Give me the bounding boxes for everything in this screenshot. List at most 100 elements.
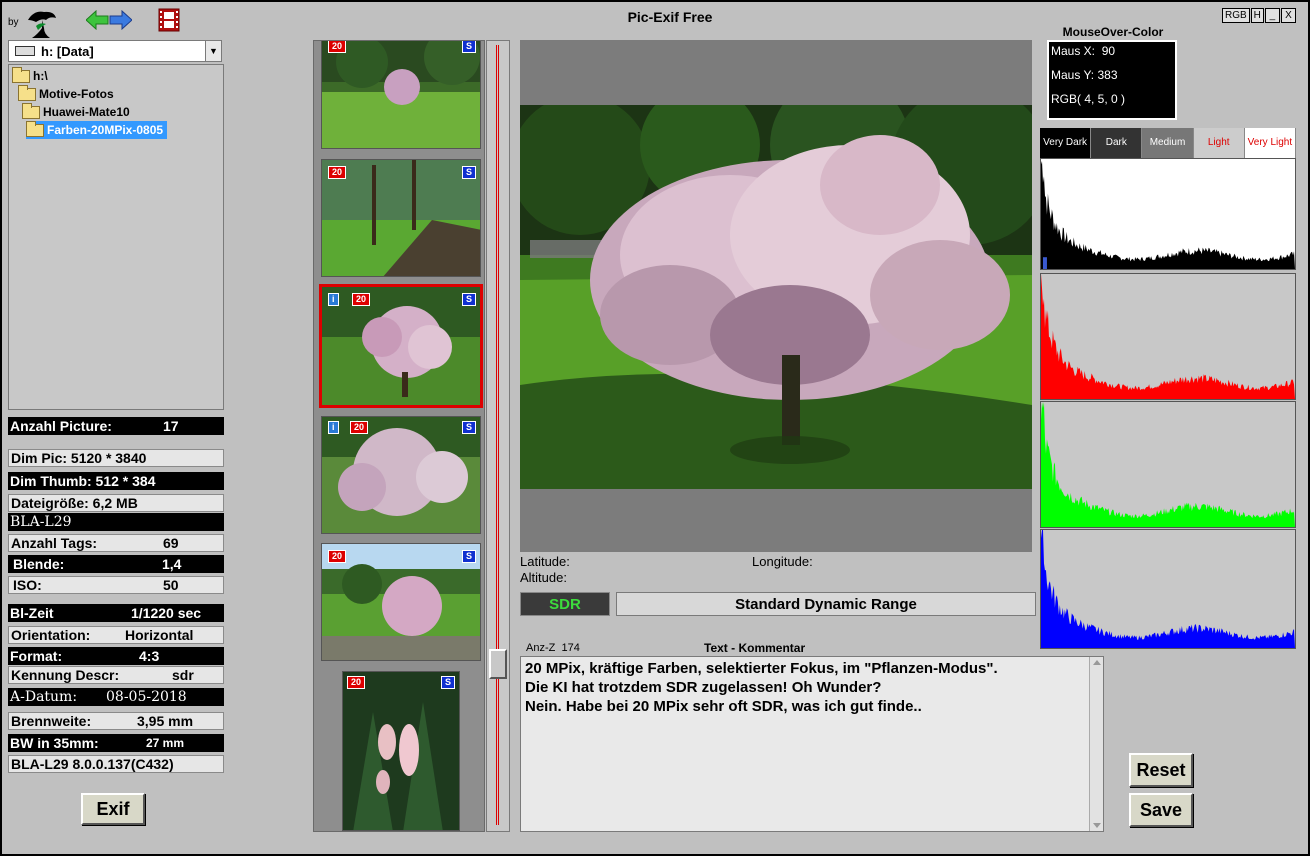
- tree-item-label: Motive-Fotos: [39, 87, 114, 101]
- comment-textarea[interactable]: 20 MPix, kräftige Farben, selektierter F…: [520, 656, 1104, 832]
- folder-open-icon: [12, 66, 30, 83]
- main-photo[interactable]: [520, 105, 1032, 489]
- rgb-button[interactable]: RGB: [1222, 8, 1250, 23]
- resolution-badge: 20: [328, 41, 347, 53]
- field-label: Orientation:: [11, 627, 91, 643]
- thumbnail-image: [322, 41, 480, 148]
- kennung-field: Kennung Descr: sdr: [8, 666, 224, 684]
- mouse-x-label: Maus X:: [1051, 44, 1096, 58]
- very-dark-label: Very Dark: [1040, 128, 1092, 158]
- thumbnail-strip[interactable]: 20 S 20 S i 20 S i 20 S 20 S 20 S: [313, 40, 485, 832]
- scroll-thumb[interactable]: [489, 649, 507, 679]
- minimize-button[interactable]: _: [1264, 8, 1280, 23]
- drive-icon: [15, 46, 35, 56]
- drive-select[interactable]: h: [Data] ▼: [8, 40, 222, 62]
- thumbnail-image: [322, 417, 480, 533]
- close-button[interactable]: X: [1280, 8, 1296, 23]
- main-photo-image: [520, 105, 1032, 489]
- tree-logo-icon[interactable]: [24, 8, 58, 40]
- tree-item-farben-20mpix[interactable]: Farben-20MPix-0805: [26, 120, 168, 139]
- field-label: Blende:: [13, 556, 65, 572]
- tree-item-motive-fotos[interactable]: Motive-Fotos: [18, 84, 114, 103]
- very-light-label: Very Light: [1244, 128, 1297, 158]
- blzeit-field: Bl-Zeit 1/1220 sec: [8, 604, 224, 622]
- field-value: 3,95 mm: [137, 713, 194, 729]
- field-value: 08-05-2018: [106, 689, 187, 705]
- comment-scrollbar[interactable]: [1089, 657, 1103, 831]
- tree-item-label: Farben-20MPix-0805: [47, 123, 164, 137]
- thumbnail-4[interactable]: i 20 S: [321, 416, 481, 534]
- main-image-frame[interactable]: [520, 40, 1032, 552]
- histogram-cursor-marker: [1042, 257, 1047, 269]
- prev-next-arrows-icon[interactable]: [86, 10, 132, 30]
- film-strip-icon[interactable]: [158, 8, 180, 32]
- tree-item-huawei-mate10[interactable]: Huawei-Mate10: [22, 102, 130, 121]
- longitude-label: Longitude:: [752, 554, 813, 569]
- light-label: Light: [1193, 128, 1245, 158]
- altitude-label: Altitude:: [520, 570, 567, 585]
- field-label: Anzahl Picture:: [10, 418, 112, 434]
- resolution-badge: 20: [347, 676, 366, 689]
- mouse-y-value: 383: [1097, 68, 1118, 82]
- mouse-y-readout: Maus Y: 383: [1051, 68, 1118, 82]
- resolution-badge: 20: [328, 550, 347, 563]
- sdr-badge: S: [461, 421, 476, 434]
- thumbnail-scrollbar[interactable]: [486, 40, 510, 832]
- field-value: 50: [163, 577, 179, 593]
- tree-item-root[interactable]: h:\: [12, 66, 48, 85]
- histogram-luminance: [1040, 158, 1296, 270]
- tree-item-label: h:\: [33, 69, 48, 83]
- thumbnail-5[interactable]: 20 S: [321, 543, 481, 661]
- histogram-red: [1040, 273, 1296, 400]
- folder-tree[interactable]: h:\ Motive-Fotos Huawei-Mate10 Farben-20…: [8, 64, 224, 410]
- save-button[interactable]: Save: [1129, 793, 1193, 827]
- thumbnail-1[interactable]: 20 S: [321, 41, 481, 149]
- comment-line-1: 20 MPix, kräftige Farben, selektierter F…: [525, 660, 998, 677]
- drive-select-value: h: [Data]: [41, 43, 94, 59]
- dynamic-range-description: Standard Dynamic Range: [616, 592, 1036, 616]
- histogram-blue: [1040, 529, 1296, 649]
- field-label: BW in 35mm:: [10, 735, 99, 751]
- field-value: sdr: [172, 667, 194, 683]
- char-count-label: Anz-Z: [526, 642, 556, 654]
- field-label: A-Datum:: [10, 689, 78, 705]
- sdr-badge: S: [461, 293, 476, 306]
- histogram-green: [1040, 401, 1296, 528]
- mouse-x-readout: Maus X: 90: [1051, 44, 1115, 58]
- mouse-y-label: Maus Y:: [1051, 68, 1095, 82]
- sdr-badge: S: [461, 550, 476, 563]
- reset-button[interactable]: Reset: [1129, 753, 1193, 787]
- thumbnail-3-selected[interactable]: i 20 S: [319, 284, 483, 408]
- field-label: ISO:: [13, 577, 42, 593]
- field-value: 1,4: [162, 556, 182, 572]
- field-label: Anzahl Tags:: [11, 535, 98, 551]
- resolution-badge: 20: [352, 293, 371, 306]
- chevron-down-icon[interactable]: ▼: [205, 41, 221, 61]
- mouse-x-value: 90: [1101, 44, 1116, 58]
- dim-pic-field: Dim Pic: 5120 * 3840: [8, 449, 224, 467]
- thumbnail-image: [343, 672, 459, 830]
- field-label: Format:: [10, 648, 63, 664]
- field-label: Kennung Descr:: [11, 667, 120, 683]
- dim-thumb-field: Dim Thumb: 512 * 384: [8, 472, 224, 490]
- thumbnail-image: [322, 287, 480, 405]
- mouseover-color-box: Maus X: 90 Maus Y: 383 RGB( 4, 5, 0 ): [1047, 40, 1177, 120]
- field-value: 69: [163, 535, 179, 551]
- dark-label: Dark: [1091, 128, 1143, 158]
- anzahl-picture-field: Anzahl Picture: 17: [8, 417, 224, 435]
- folder-open-icon: [22, 102, 40, 119]
- histogram-toggle-button[interactable]: H: [1250, 8, 1264, 23]
- comment-title: Text - Kommentar: [704, 641, 806, 655]
- thumbnail-2[interactable]: 20 S: [321, 159, 481, 277]
- folder-open-icon: [26, 120, 44, 137]
- field-label: Bl-Zeit: [10, 605, 54, 621]
- anzahl-tags-field: Anzahl Tags: 69: [8, 534, 224, 552]
- sdr-badge: S: [461, 41, 476, 53]
- thumbnail-6[interactable]: 20 S: [342, 671, 460, 831]
- by-label: by: [8, 17, 19, 28]
- dateigroesse-field: Dateigröße: 6,2 MB: [8, 494, 224, 512]
- exif-button[interactable]: Exif: [81, 793, 145, 825]
- brennweite-field: Brennweite: 3,95 mm: [8, 712, 224, 730]
- iso-field: ISO: 50: [8, 576, 224, 594]
- model-field: BLA-L29: [8, 513, 224, 531]
